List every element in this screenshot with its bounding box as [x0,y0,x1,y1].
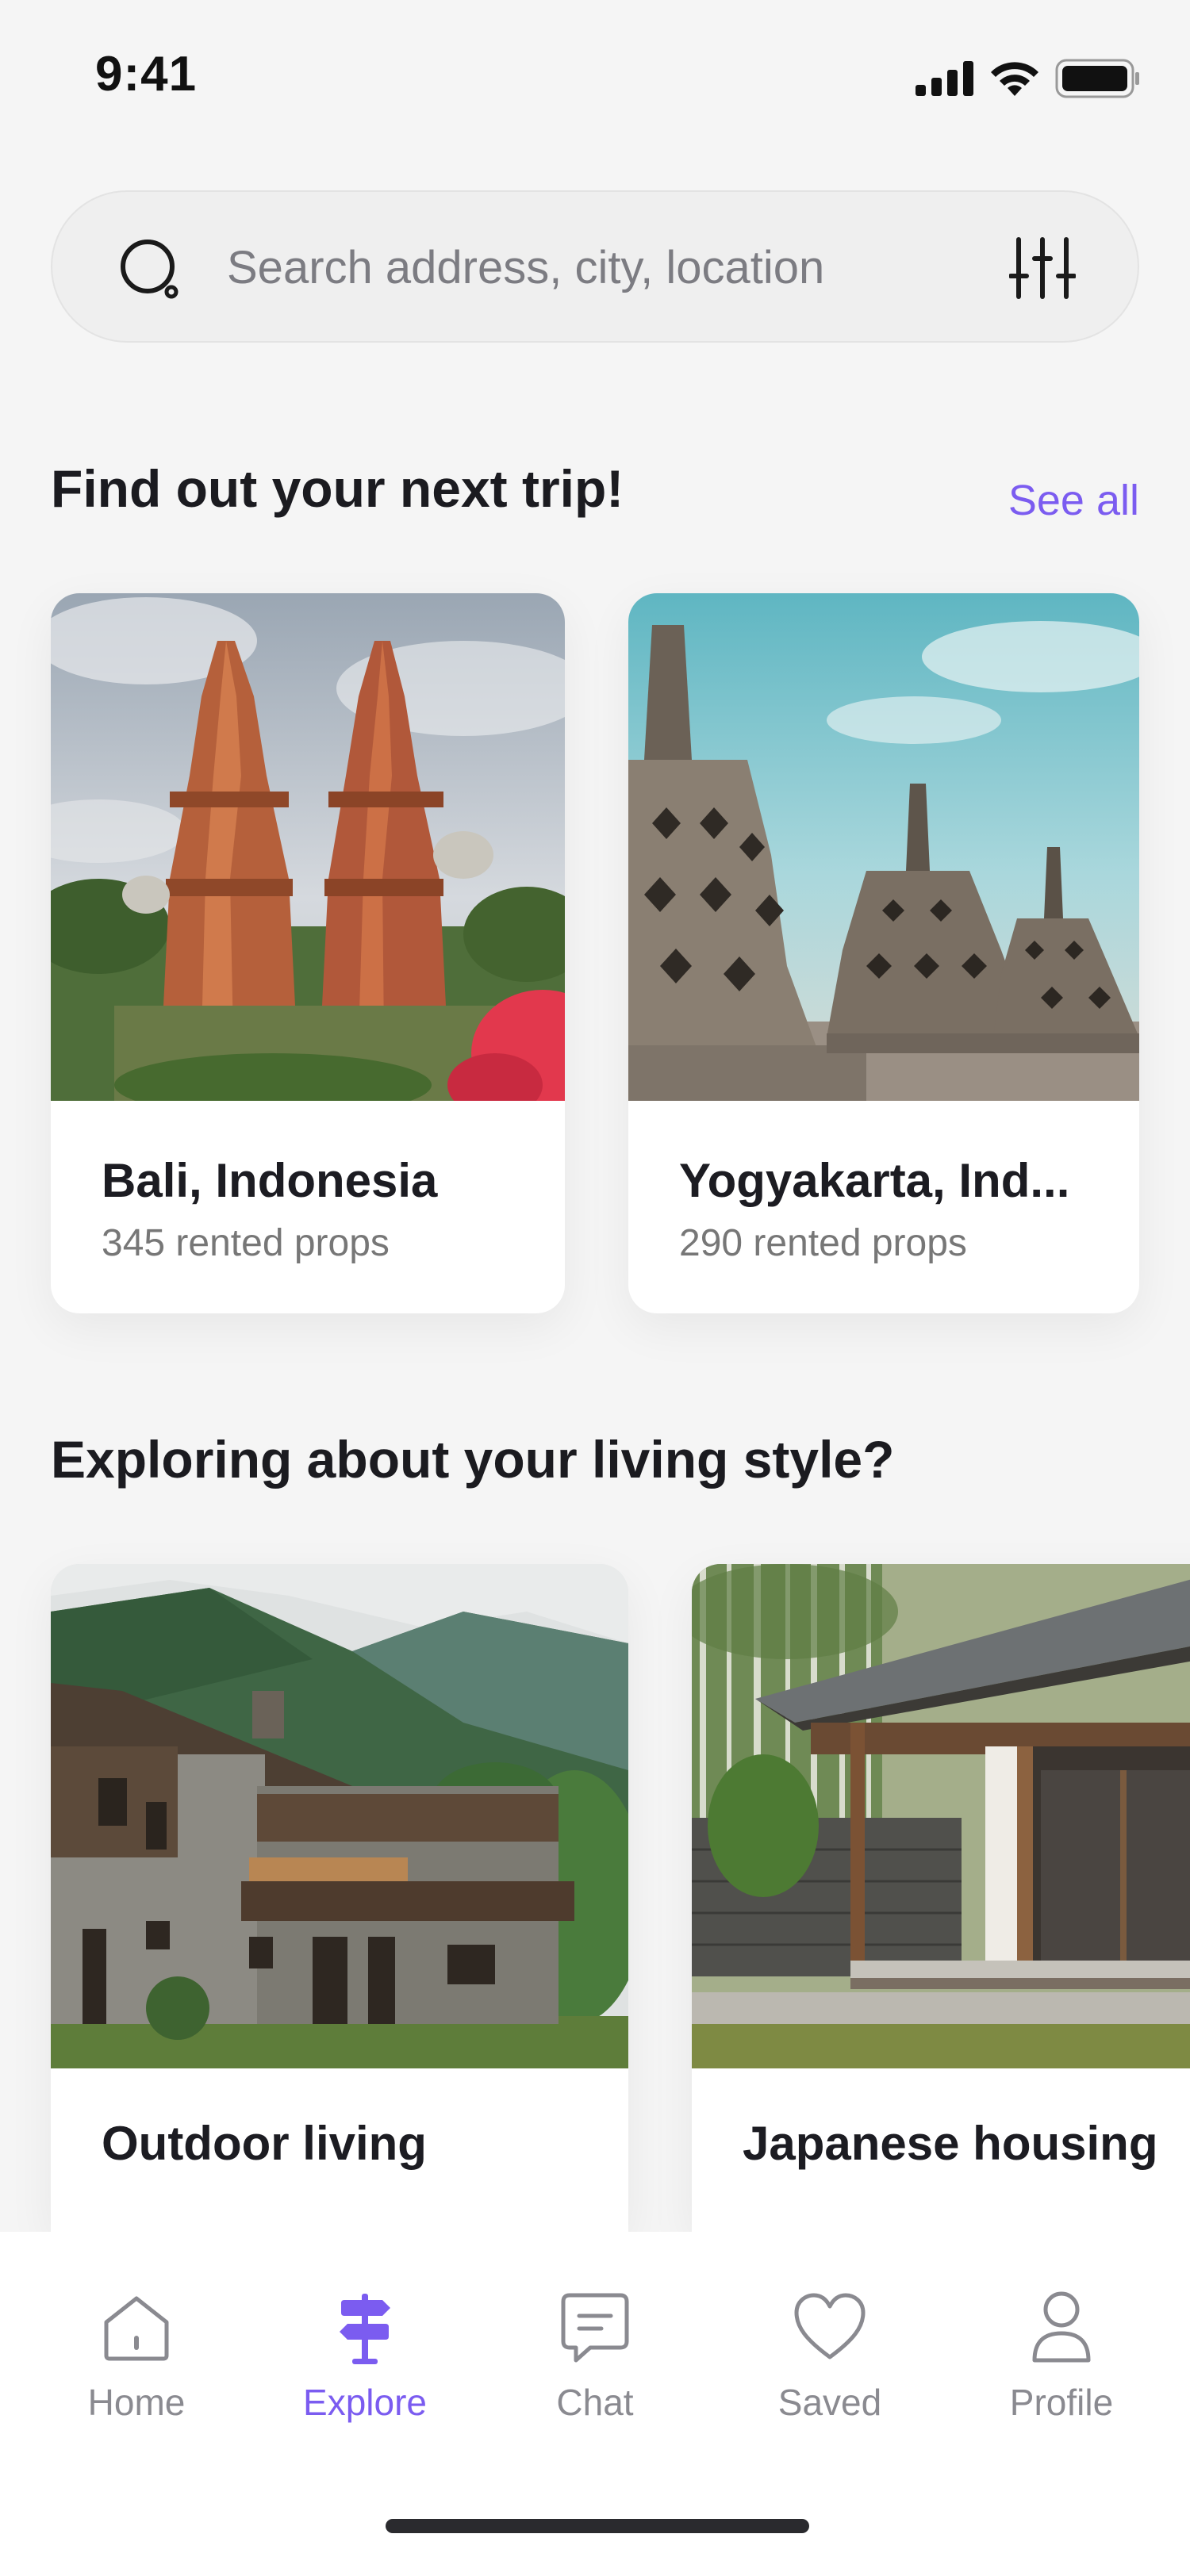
battery-icon [1055,59,1139,98]
search-icon [121,240,178,299]
heart-icon [794,2293,866,2359]
trip-card-subtitle: 345 rented props [102,1222,390,1264]
status-icons [916,59,1141,98]
tab-explore[interactable]: Explore [278,2287,452,2446]
cellular-signal-icon [916,61,973,96]
tab-profile[interactable]: Profile [974,2287,1149,2446]
tab-home[interactable]: Home [49,2287,224,2446]
user-icon [1032,2291,1091,2363]
tab-chat[interactable]: Chat [508,2287,682,2446]
tab-label: Chat [556,2382,634,2423]
home-icon [104,2296,169,2361]
style-card-outdoor-living[interactable]: Outdoor living [51,1564,628,2232]
trip-card-title: Bali, Indonesia [102,1154,438,1207]
style-card-title: Japanese housing [743,2117,1158,2170]
signpost-icon [340,2294,390,2364]
tab-label: Home [87,2382,186,2423]
stone-house-image [51,1564,628,2068]
trip-card-subtitle: 290 rented props [679,1222,967,1264]
filter-sliders-icon[interactable] [1009,235,1076,301]
status-bar: 9:41 [0,0,1190,151]
wifi-icon [991,62,1038,96]
status-time: 9:41 [95,47,198,102]
tab-saved[interactable]: Saved [743,2287,917,2446]
see-all-link[interactable]: See all [1008,476,1139,525]
search-bar[interactable] [51,190,1139,343]
bali-temple-image [51,593,565,1101]
trip-card-bali[interactable]: Bali, Indonesia 345 rented props [51,593,565,1313]
styles-section-title: Exploring about your living style? [51,1430,895,1489]
trip-card-title: Yogyakarta, Ind... [679,1154,1070,1207]
trip-card-yogyakarta[interactable]: Yogyakarta, Ind... 290 rented props [628,593,1139,1313]
japanese-house-image [692,1564,1190,2068]
borobudur-stupa-image [628,593,1139,1101]
style-card-title: Outdoor living [102,2117,427,2170]
chat-icon [561,2293,629,2363]
tab-label: Explore [303,2382,427,2423]
style-card-japanese-housing[interactable]: Japanese housing [692,1564,1190,2232]
trips-section-title: Find out your next trip! [51,459,624,518]
home-indicator[interactable] [386,2519,809,2533]
tab-label: Profile [1009,2382,1114,2423]
search-input[interactable] [227,224,1028,311]
tab-label: Saved [777,2382,882,2423]
